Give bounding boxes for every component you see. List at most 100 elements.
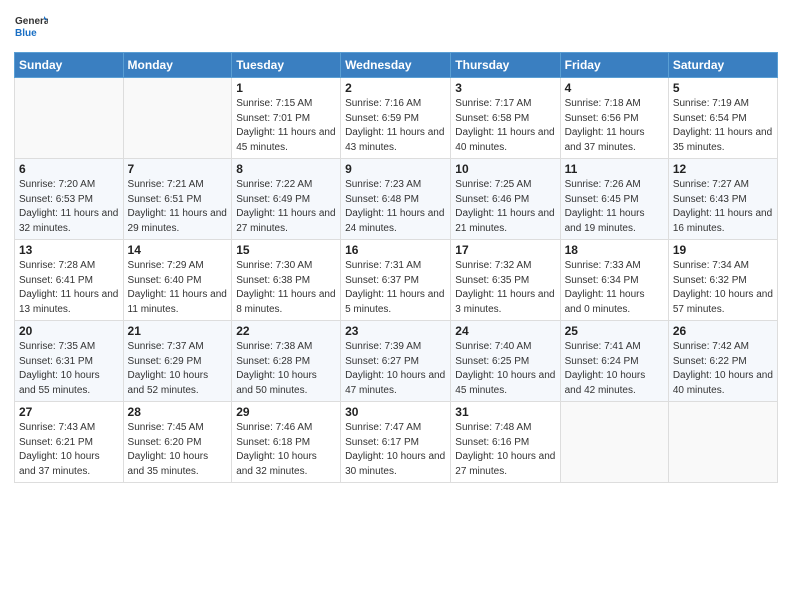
calendar-week-3: 13Sunrise: 7:28 AM Sunset: 6:41 PM Dayli… xyxy=(15,240,778,321)
calendar-cell: 17 Sunrise: 7:32 AM Sunset: 6:35 PM Dayli… xyxy=(451,240,560,321)
day-info: Sunrise: 7:26 AM Sunset: 6:45 PM Dayligh… xyxy=(565,178,664,236)
day-header-saturday: Saturday xyxy=(668,53,777,78)
day-info: Sunrise: 7:18 AM Sunset: 6:56 PM Dayligh… xyxy=(565,97,664,155)
calendar-cell: 25Sunrise: 7:41 AM Sunset: 6:24 PM Dayli… xyxy=(560,321,668,402)
day-header-friday: Friday xyxy=(560,53,668,78)
calendar-week-2: 6Sunrise: 7:20 AM Sunset: 6:53 PM Daylig… xyxy=(15,159,778,240)
calendar-cell: 16 Sunrise: 7:31 AM Sunset: 6:37 PM Dayli… xyxy=(341,240,451,321)
day-info: Sunrise: 7:38 AM Sunset: 6:28 PM Dayligh… xyxy=(236,340,336,398)
calendar-cell xyxy=(15,78,124,159)
calendar-cell: 15Sunrise: 7:30 AM Sunset: 6:38 PM Dayli… xyxy=(232,240,341,321)
calendar-cell: 24 Sunrise: 7:40 AM Sunset: 6:25 PM Dayli… xyxy=(451,321,560,402)
day-number: 27 xyxy=(19,405,119,419)
calendar-header-row: SundayMondayTuesdayWednesdayThursdayFrid… xyxy=(15,53,778,78)
day-number: 3 xyxy=(455,81,555,95)
day-info: Sunrise: 7:40 AM Sunset: 6:25 PM Dayligh… xyxy=(455,340,555,398)
calendar-cell: 6Sunrise: 7:20 AM Sunset: 6:53 PM Daylig… xyxy=(15,159,124,240)
day-info: Sunrise: 7:29 AM Sunset: 6:40 PM Dayligh… xyxy=(128,259,228,317)
day-info: Sunrise: 7:39 AM Sunset: 6:27 PM Dayligh… xyxy=(345,340,446,398)
day-number: 9 xyxy=(345,162,446,176)
day-number: 2 xyxy=(345,81,446,95)
logo: General Blue xyxy=(14,10,48,44)
day-header-tuesday: Tuesday xyxy=(232,53,341,78)
day-number: 12 xyxy=(673,162,773,176)
calendar-cell: 29 Sunrise: 7:46 AM Sunset: 6:18 PM Dayli… xyxy=(232,402,341,483)
day-number: 11 xyxy=(565,162,664,176)
day-info: Sunrise: 7:15 AM Sunset: 7:01 PM Dayligh… xyxy=(236,97,336,155)
calendar-cell: 9 Sunrise: 7:23 AM Sunset: 6:48 PM Daylig… xyxy=(341,159,451,240)
day-info: Sunrise: 7:23 AM Sunset: 6:48 PM Dayligh… xyxy=(345,178,446,236)
day-number: 7 xyxy=(128,162,228,176)
day-info: Sunrise: 7:34 AM Sunset: 6:32 PM Dayligh… xyxy=(673,259,773,317)
calendar-cell: 2Sunrise: 7:16 AM Sunset: 6:59 PM Daylig… xyxy=(341,78,451,159)
page-header: General Blue xyxy=(14,10,778,44)
calendar-week-1: 1Sunrise: 7:15 AM Sunset: 7:01 PM Daylig… xyxy=(15,78,778,159)
calendar-cell: 14 Sunrise: 7:29 AM Sunset: 6:40 PM Dayli… xyxy=(123,240,232,321)
day-number: 17 xyxy=(455,243,555,257)
day-number: 4 xyxy=(565,81,664,95)
calendar-cell: 28Sunrise: 7:45 AM Sunset: 6:20 PM Dayli… xyxy=(123,402,232,483)
calendar-cell: 21 Sunrise: 7:37 AM Sunset: 6:29 PM Dayli… xyxy=(123,321,232,402)
calendar-cell xyxy=(668,402,777,483)
day-info: Sunrise: 7:46 AM Sunset: 6:18 PM Dayligh… xyxy=(236,421,336,479)
day-number: 23 xyxy=(345,324,446,338)
day-number: 18 xyxy=(565,243,664,257)
day-info: Sunrise: 7:43 AM Sunset: 6:21 PM Dayligh… xyxy=(19,421,119,479)
calendar-cell: 26 Sunrise: 7:42 AM Sunset: 6:22 PM Dayli… xyxy=(668,321,777,402)
calendar-cell: 18 Sunrise: 7:33 AM Sunset: 6:34 PM Dayli… xyxy=(560,240,668,321)
calendar-cell: 13Sunrise: 7:28 AM Sunset: 6:41 PM Dayli… xyxy=(15,240,124,321)
calendar-table: SundayMondayTuesdayWednesdayThursdayFrid… xyxy=(14,52,778,483)
day-header-monday: Monday xyxy=(123,53,232,78)
day-number: 20 xyxy=(19,324,119,338)
day-info: Sunrise: 7:28 AM Sunset: 6:41 PM Dayligh… xyxy=(19,259,119,317)
calendar-cell: 11 Sunrise: 7:26 AM Sunset: 6:45 PM Dayli… xyxy=(560,159,668,240)
logo: General Blue xyxy=(14,10,48,44)
day-info: Sunrise: 7:33 AM Sunset: 6:34 PM Dayligh… xyxy=(565,259,664,317)
calendar-cell: 22 Sunrise: 7:38 AM Sunset: 6:28 PM Dayli… xyxy=(232,321,341,402)
calendar-week-4: 20 Sunrise: 7:35 AM Sunset: 6:31 PM Dayli… xyxy=(15,321,778,402)
calendar-cell: 31 Sunrise: 7:48 AM Sunset: 6:16 PM Dayli… xyxy=(451,402,560,483)
day-info: Sunrise: 7:27 AM Sunset: 6:43 PM Dayligh… xyxy=(673,178,773,236)
calendar-cell: 4 Sunrise: 7:18 AM Sunset: 6:56 PM Daylig… xyxy=(560,78,668,159)
day-info: Sunrise: 7:47 AM Sunset: 6:17 PM Dayligh… xyxy=(345,421,446,479)
day-number: 10 xyxy=(455,162,555,176)
day-number: 26 xyxy=(673,324,773,338)
day-info: Sunrise: 7:25 AM Sunset: 6:46 PM Dayligh… xyxy=(455,178,555,236)
calendar-cell: 1Sunrise: 7:15 AM Sunset: 7:01 PM Daylig… xyxy=(232,78,341,159)
calendar-cell xyxy=(123,78,232,159)
day-number: 24 xyxy=(455,324,555,338)
day-info: Sunrise: 7:45 AM Sunset: 6:20 PM Dayligh… xyxy=(128,421,228,479)
day-info: Sunrise: 7:35 AM Sunset: 6:31 PM Dayligh… xyxy=(19,340,119,398)
day-number: 25 xyxy=(565,324,664,338)
day-header-wednesday: Wednesday xyxy=(341,53,451,78)
day-number: 31 xyxy=(455,405,555,419)
day-info: Sunrise: 7:32 AM Sunset: 6:35 PM Dayligh… xyxy=(455,259,555,317)
day-number: 22 xyxy=(236,324,336,338)
calendar-cell: 5 Sunrise: 7:19 AM Sunset: 6:54 PM Daylig… xyxy=(668,78,777,159)
svg-text:General: General xyxy=(15,16,48,27)
day-number: 15 xyxy=(236,243,336,257)
day-info: Sunrise: 7:37 AM Sunset: 6:29 PM Dayligh… xyxy=(128,340,228,398)
day-number: 29 xyxy=(236,405,336,419)
svg-text:Blue: Blue xyxy=(15,28,37,39)
calendar-cell: 30 Sunrise: 7:47 AM Sunset: 6:17 PM Dayli… xyxy=(341,402,451,483)
day-info: Sunrise: 7:31 AM Sunset: 6:37 PM Dayligh… xyxy=(345,259,446,317)
day-number: 14 xyxy=(128,243,228,257)
day-number: 19 xyxy=(673,243,773,257)
calendar-cell: 3Sunrise: 7:17 AM Sunset: 6:58 PM Daylig… xyxy=(451,78,560,159)
day-number: 16 xyxy=(345,243,446,257)
calendar-cell xyxy=(560,402,668,483)
calendar-week-5: 27 Sunrise: 7:43 AM Sunset: 6:21 PM Dayli… xyxy=(15,402,778,483)
day-info: Sunrise: 7:42 AM Sunset: 6:22 PM Dayligh… xyxy=(673,340,773,398)
day-number: 8 xyxy=(236,162,336,176)
day-info: Sunrise: 7:22 AM Sunset: 6:49 PM Dayligh… xyxy=(236,178,336,236)
calendar-cell: 8 Sunrise: 7:22 AM Sunset: 6:49 PM Daylig… xyxy=(232,159,341,240)
calendar-cell: 20 Sunrise: 7:35 AM Sunset: 6:31 PM Dayli… xyxy=(15,321,124,402)
day-number: 5 xyxy=(673,81,773,95)
day-info: Sunrise: 7:19 AM Sunset: 6:54 PM Dayligh… xyxy=(673,97,773,155)
day-info: Sunrise: 7:48 AM Sunset: 6:16 PM Dayligh… xyxy=(455,421,555,479)
day-header-thursday: Thursday xyxy=(451,53,560,78)
day-number: 21 xyxy=(128,324,228,338)
day-number: 30 xyxy=(345,405,446,419)
day-number: 6 xyxy=(19,162,119,176)
